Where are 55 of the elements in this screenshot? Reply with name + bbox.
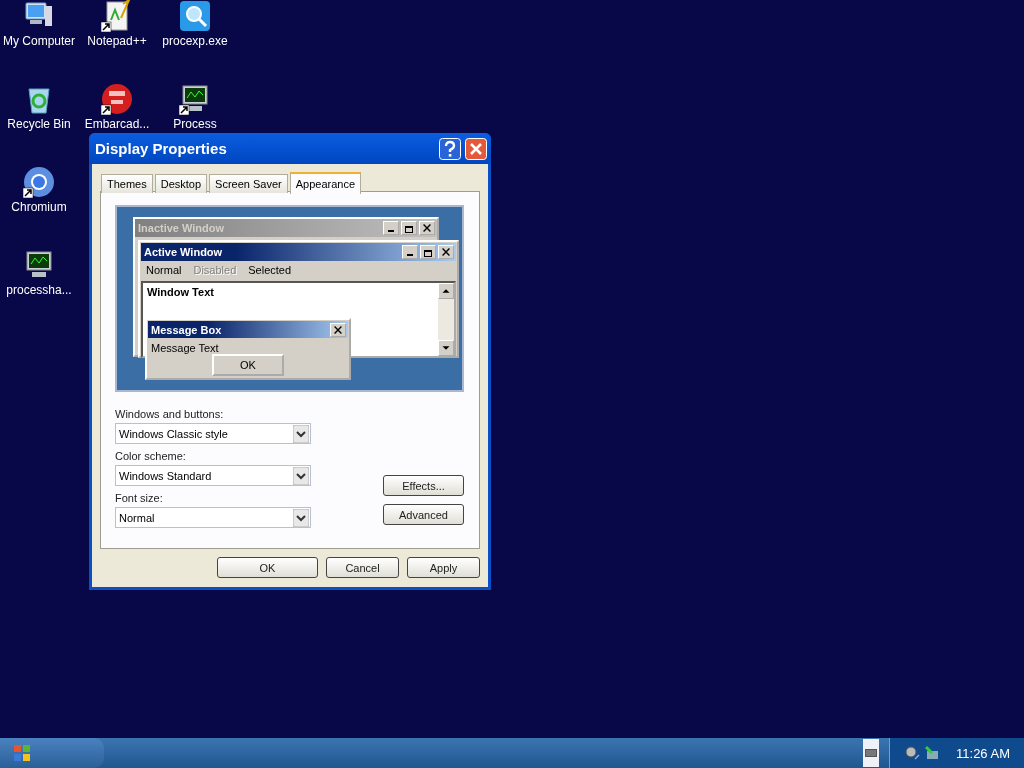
monitor-icon[interactable] [179, 83, 211, 115]
app-icon[interactable] [101, 83, 133, 115]
keyboard-icon[interactable] [863, 739, 880, 767]
close-icon [438, 245, 454, 259]
notepad-icon[interactable] [101, 0, 133, 32]
tab[interactable]: Appearance [289, 172, 362, 194]
chevron-down-icon [293, 508, 309, 527]
start-button[interactable] [0, 738, 104, 768]
tab[interactable]: Screen Saver [209, 174, 288, 193]
icon-label[interactable]: Embarcad... [79, 117, 155, 131]
chevron-down-icon [293, 424, 309, 443]
window-title: Message Box [151, 323, 222, 336]
tab[interactable]: Themes [101, 174, 153, 193]
tab[interactable]: Desktop [154, 174, 208, 193]
scroll-up-icon[interactable] [438, 283, 454, 299]
dialog-button[interactable]: Cancel [326, 557, 399, 578]
icon-label[interactable]: My Computer [1, 34, 77, 48]
dropdown[interactable]: Windows Standard [115, 465, 311, 486]
minimize-icon [402, 245, 418, 259]
dialog-button[interactable]: OK [217, 557, 318, 578]
close-icon [419, 221, 435, 235]
help-icon[interactable] [439, 137, 461, 160]
network-icon[interactable] [924, 745, 941, 761]
window-text: Window Text [146, 285, 215, 300]
window-title: Active Window [144, 246, 223, 258]
dialog-button[interactable]: Apply [407, 557, 480, 578]
icon-label[interactable]: Notepad++ [79, 34, 155, 48]
window-title: Inactive Window [138, 222, 225, 234]
field-label: Font size: [115, 492, 164, 504]
clock: 11:26 AM [956, 745, 1010, 761]
dialog-button[interactable]: Effects... [383, 475, 464, 496]
window-title: Display Properties [95, 140, 227, 157]
maximize-icon [420, 245, 436, 259]
close-icon[interactable] [465, 137, 487, 160]
icon-label[interactable]: Recycle Bin [1, 117, 77, 131]
scroll-down-icon[interactable] [438, 340, 454, 356]
dropdown[interactable]: Normal [115, 507, 311, 528]
magnifier-icon[interactable] [179, 0, 211, 32]
ok-button[interactable]: OK [212, 354, 284, 376]
icon-label[interactable]: Chromium [1, 200, 77, 214]
speaker-icon[interactable] [904, 745, 921, 761]
field-label: Windows and buttons: [115, 408, 225, 420]
chevron-down-icon [293, 466, 309, 485]
icon-label[interactable]: processha... [1, 283, 77, 297]
close-icon [330, 322, 346, 337]
maximize-icon [401, 221, 417, 235]
dropdown[interactable]: Windows Classic style [115, 423, 311, 444]
icon-label[interactable]: Process [157, 117, 233, 131]
icon-label[interactable]: procexp.exe [157, 34, 233, 48]
field-label: Color scheme: [115, 450, 187, 462]
minimize-icon [383, 221, 399, 235]
dialog-button[interactable]: Advanced [383, 504, 464, 525]
browser-icon[interactable] [23, 166, 55, 198]
message-text: Message Text [151, 342, 219, 354]
windows-logo-icon [12, 743, 32, 763]
